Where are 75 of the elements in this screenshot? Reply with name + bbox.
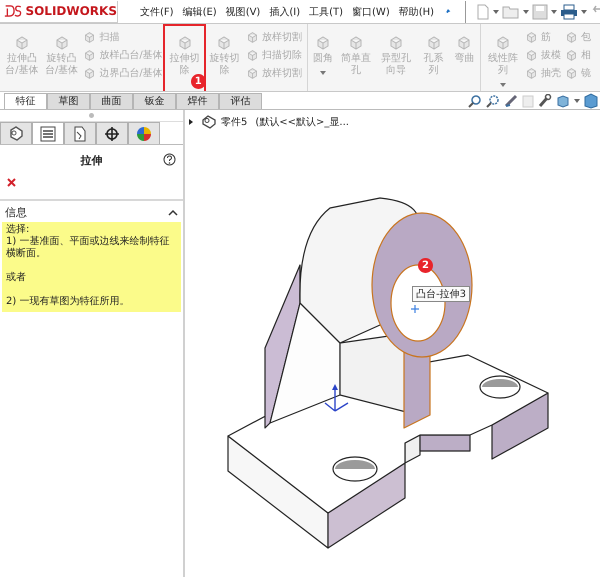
cube-icon — [176, 35, 193, 51]
cube-icon — [14, 35, 30, 51]
pencil-icon[interactable] — [504, 94, 518, 108]
cube-icon — [565, 30, 578, 44]
cube-icon — [495, 35, 512, 51]
cube-icon — [83, 30, 96, 44]
tab[interactable]: 曲面 — [90, 93, 133, 109]
panel-tab[interactable] — [96, 122, 128, 144]
expand-arrow-icon[interactable] — [189, 119, 193, 125]
cube-icon — [83, 48, 96, 62]
app-logo-text: SOLIDWORKS — [25, 4, 117, 18]
step-badge: 1 — [190, 74, 206, 89]
panel-tab[interactable] — [0, 122, 32, 144]
panel-tab[interactable] — [64, 122, 96, 144]
tooltip: 凸台-拉伸3 — [412, 286, 470, 302]
cube-icon — [525, 66, 538, 80]
panel-title: 拉伸 — [80, 153, 102, 168]
info-text: 或者 — [6, 272, 27, 284]
wrench-icon[interactable] — [538, 94, 552, 108]
list-icon — [40, 126, 56, 142]
grip-handle[interactable] — [89, 113, 94, 118]
panel-tab[interactable] — [32, 122, 64, 144]
menu-item[interactable]: 插入(I) — [269, 4, 300, 18]
caret-icon[interactable] — [551, 10, 557, 14]
configuration-label: (默认<<默认>_显... — [255, 116, 349, 129]
cube-icon — [565, 48, 578, 62]
cube-icon — [246, 48, 260, 62]
menu-item[interactable]: 视图(V) — [226, 4, 260, 18]
part-name[interactable]: 零件5 — [221, 115, 248, 129]
cube-icon — [315, 35, 332, 51]
cube-icon[interactable] — [584, 92, 598, 108]
cube-icon — [246, 30, 260, 44]
printer-icon[interactable] — [560, 4, 578, 20]
magnifier-icon[interactable] — [486, 94, 500, 108]
info-text: 2) 一现有草图为特征所用。 — [6, 296, 130, 308]
info-text: 选择: — [6, 224, 30, 236]
menu-item[interactable]: 编辑(E) — [182, 4, 217, 18]
section-title: 信息 — [5, 205, 27, 220]
magnifier-icon[interactable] — [468, 94, 482, 108]
ds-logo-icon — [4, 4, 22, 18]
color-wheel-icon — [136, 126, 152, 142]
tab[interactable]: 草图 — [47, 93, 90, 109]
cube-icon — [246, 66, 260, 80]
cube-icon — [54, 35, 70, 51]
cube-icon — [456, 35, 472, 51]
cube-icon — [525, 48, 538, 62]
config-icon — [73, 126, 87, 142]
axis-triad-icon — [324, 384, 349, 412]
tab[interactable]: 焊件 — [176, 93, 219, 109]
caret-icon[interactable] — [523, 10, 529, 14]
cube-icon — [426, 35, 442, 51]
tab[interactable]: 评估 — [219, 93, 262, 109]
crosshair-icon — [104, 126, 120, 142]
cursor-cross-icon — [410, 304, 420, 314]
menu-item[interactable]: 文件(F) — [140, 4, 174, 18]
close-icon[interactable] — [7, 178, 16, 187]
cube-icon — [565, 66, 578, 80]
menu-item[interactable]: 工具(T) — [309, 4, 344, 18]
part-icon — [201, 115, 217, 129]
menu-item[interactable]: 帮助(H) — [398, 4, 434, 18]
feature-tree-icon — [8, 126, 24, 142]
tab[interactable]: 钣金 — [133, 93, 176, 109]
cube-icon — [348, 35, 364, 51]
tab[interactable]: 特征 — [4, 93, 47, 109]
caret-icon[interactable] — [493, 10, 499, 14]
cube-icon — [83, 66, 96, 80]
cube-icon — [216, 35, 232, 51]
help-icon[interactable] — [163, 153, 176, 166]
info-text: 1) 一基准面、平面或边线来绘制特征横断面。 — [6, 236, 170, 260]
cube-icon — [525, 30, 538, 44]
caret-icon[interactable] — [574, 98, 580, 102]
collapse-icon[interactable] — [168, 209, 178, 216]
cube-icon — [388, 35, 404, 51]
caret-icon[interactable] — [581, 10, 587, 14]
menu-item[interactable]: 窗口(W) — [352, 4, 390, 18]
